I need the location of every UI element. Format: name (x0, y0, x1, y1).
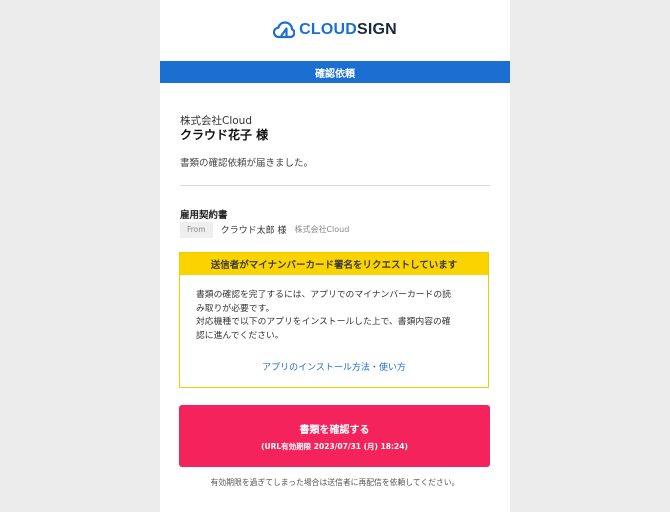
url-expiry-text: (URL有効期限 2023/07/31 (月) 18:24) (261, 441, 408, 451)
notice-line: み取りが必要です。 (196, 303, 275, 314)
logo-wordmark: CLOUD SIGN (299, 21, 397, 39)
logo-wordmark-cloud: CLOUD (299, 21, 357, 38)
mynumber-notice-box: 送信者がマイナンバーカード署名をリクエストしています 書類の確認を完了するには、… (179, 252, 489, 388)
notice-line: 書類の確認を完了するには、アプリでのマイナンバーカードの読 (196, 290, 451, 300)
request-message: 書類の確認依頼が届きました。 (180, 158, 314, 169)
sender-company: 株式会社Cloud (294, 225, 350, 234)
from-badge: From (180, 221, 213, 238)
expiry-footnote: 有効期限を過ぎてしまった場合は送信者に再配信を依頼してください。 (210, 478, 460, 487)
document-title: 雇用契約書 (180, 210, 228, 221)
notice-line: 対応機種で以下のアプリをインストールした上で、書類内容の確 (196, 317, 451, 327)
cloud-logo-icon (273, 21, 296, 39)
sender-row: From クラウド太郎 様 株式会社Cloud (180, 221, 349, 238)
sender-name: クラウド太郎 様 (220, 226, 287, 236)
notice-heading: 送信者がマイナンバーカード署名をリクエストしています (180, 253, 488, 275)
notice-body: 書類の確認を完了するには、アプリでのマイナンバーカードの読 み取りが必要です。 … (180, 275, 488, 343)
divider (180, 185, 490, 186)
confirm-document-button[interactable]: 書類を確認する (URL有効期限 2023/07/31 (月) 18:24) (179, 405, 490, 467)
request-banner: 確認依頼 (160, 61, 510, 83)
confirm-button-label: 書類を確認する (299, 424, 370, 436)
app-install-link[interactable]: アプリのインストール方法・使い方 (180, 360, 488, 373)
notice-line: 認に進んでください。 (196, 330, 284, 341)
logo-wordmark-sign: SIGN (356, 21, 397, 38)
recipient-name: クラウド花子 様 (180, 128, 269, 142)
email-card: CLOUD SIGN 確認依頼 株式会社Cloud クラウド花子 様 書類の確認依… (160, 0, 510, 512)
cloudsign-logo: CLOUD SIGN (160, 18, 510, 42)
